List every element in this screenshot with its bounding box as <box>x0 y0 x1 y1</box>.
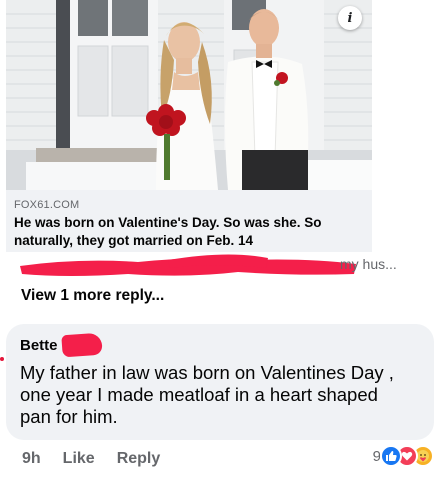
comment-text: My father in law was born on Valentines … <box>20 362 394 427</box>
truncated-reply-text[interactable]: my hus... <box>340 256 397 272</box>
comment-author[interactable]: Bette <box>20 332 420 358</box>
like-button[interactable]: Like <box>63 450 95 468</box>
comment-bubble[interactable]: Bette My father in law was born on Valen… <box>6 324 434 440</box>
link-caption[interactable]: FOX61.COM He was born on Valentine's Day… <box>6 190 372 252</box>
info-icon[interactable]: i <box>338 6 362 30</box>
link-headline: He was born on Valentine's Day. So was s… <box>14 215 322 248</box>
author-redaction <box>60 332 103 358</box>
view-more-replies-link[interactable]: View 1 more reply... <box>21 287 164 305</box>
link-preview-card[interactable]: i FOX61.COM He was born on Valentine's D… <box>6 0 372 252</box>
like-icon <box>380 445 402 467</box>
thread-indicator-dot <box>0 357 4 361</box>
wedding-photo[interactable]: i <box>6 0 372 190</box>
reaction-summary[interactable]: 9 <box>373 445 434 467</box>
redaction-scribble <box>20 254 356 276</box>
reply-button[interactable]: Reply <box>117 450 161 468</box>
comment-actions: 9h Like Reply <box>22 450 160 468</box>
author-name[interactable]: Bette <box>20 337 58 354</box>
comment-timestamp[interactable]: 9h <box>22 450 41 468</box>
link-source: FOX61.COM <box>14 199 80 211</box>
